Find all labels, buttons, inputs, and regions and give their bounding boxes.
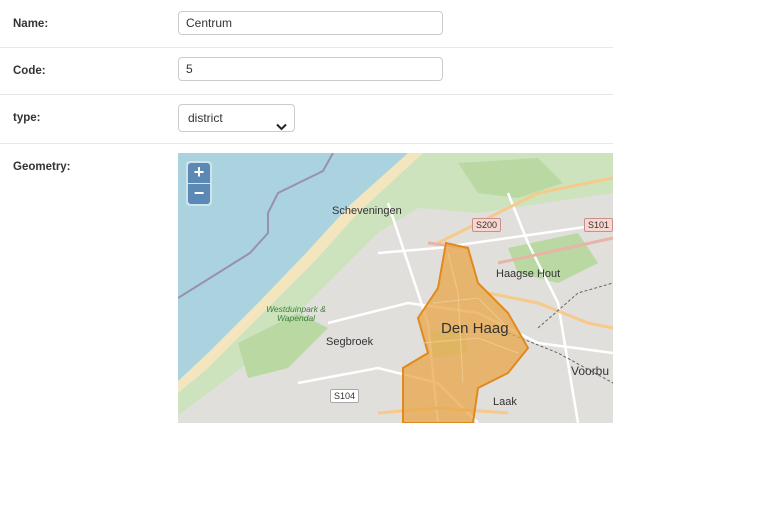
- geometry-label: Geometry:: [13, 161, 71, 173]
- map-label-haagse-hout: Haagse Hout: [496, 268, 561, 280]
- code-row: Code:: [0, 48, 613, 95]
- zoom-control: + −: [186, 161, 212, 206]
- road-shield-s101: S101: [584, 218, 613, 232]
- type-label: type:: [13, 112, 41, 124]
- map-label-voorburg: Voorbu: [571, 364, 610, 378]
- code-input[interactable]: [178, 57, 443, 81]
- type-row: type: district: [0, 95, 613, 144]
- name-row: Name:: [0, 0, 613, 48]
- zoom-in-button[interactable]: +: [188, 163, 210, 183]
- code-label: Code:: [13, 65, 46, 77]
- map-label-scheveningen: Scheveningen: [332, 205, 402, 217]
- road-shield-s200: S200: [472, 218, 502, 232]
- zoom-out-button[interactable]: −: [188, 184, 210, 204]
- map-label-segbroek: Segbroek: [326, 336, 374, 348]
- map-label-westduinpark: Westduinpark & Wapendal: [266, 304, 326, 323]
- map-label-den-haag: Den Haag: [441, 320, 509, 337]
- name-label: Name:: [13, 18, 49, 30]
- name-input[interactable]: [178, 11, 443, 35]
- type-select[interactable]: district: [178, 104, 295, 132]
- map-label-laak: Laak: [493, 396, 517, 408]
- map-tiles: [178, 153, 613, 423]
- geometry-map[interactable]: + − Scheveningen Den Haag Haagse Hout Se…: [178, 153, 613, 423]
- chevron-down-icon: [276, 114, 287, 140]
- road-shield-s104: S104: [330, 389, 360, 403]
- type-select-value: district: [188, 111, 223, 125]
